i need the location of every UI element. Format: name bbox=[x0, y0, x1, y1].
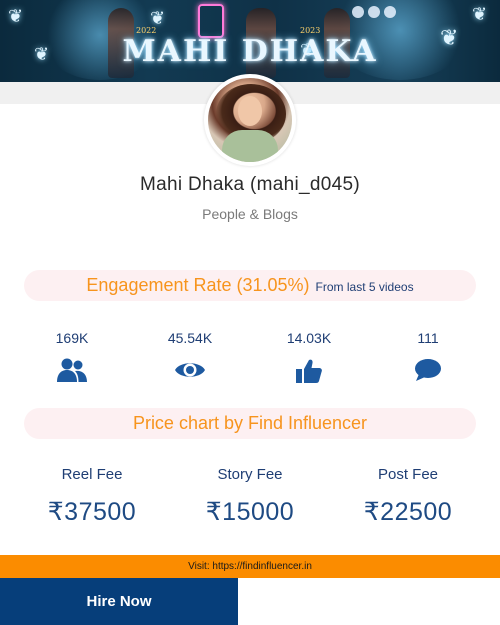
likes-count: 14.03K bbox=[286, 330, 332, 346]
hire-now-button[interactable]: Hire Now bbox=[0, 578, 238, 625]
eye-icon bbox=[173, 358, 207, 384]
price-chart-banner: Price chart by Find Influencer bbox=[24, 408, 476, 439]
story-fee: Story Fee ₹15000 bbox=[180, 466, 320, 527]
reel-fee-amount: ₹37500 bbox=[47, 498, 137, 526]
post-fee-amount: ₹22500 bbox=[363, 498, 453, 526]
price-chart-title: Price chart by Find Influencer bbox=[132, 413, 368, 433]
profile-banner: ❦ ❦ ❦ ❦ ❦ ❦ 2022 2023 MAHI DHAKA bbox=[0, 0, 500, 82]
stat-comments: 111 bbox=[378, 330, 478, 384]
butterfly-icon: ❦ bbox=[8, 6, 24, 27]
butterfly-icon: ❦ bbox=[472, 4, 488, 25]
visit-link[interactable]: Visit: https://findinfluencer.in bbox=[0, 555, 500, 578]
story-fee-amount: ₹15000 bbox=[205, 498, 295, 526]
reel-fee: Reel Fee ₹37500 bbox=[22, 466, 162, 527]
profile-name: Mahi Dhaka (mahi_d045) bbox=[140, 174, 360, 195]
followers-count: 169K bbox=[55, 330, 89, 346]
avatar-photo bbox=[208, 78, 292, 162]
post-fee: Post Fee ₹22500 bbox=[338, 466, 478, 527]
thumbs-up-icon bbox=[292, 358, 326, 384]
profile-category: People & Blogs bbox=[202, 206, 298, 222]
story-fee-label: Story Fee bbox=[217, 466, 283, 483]
engagement-rate-subtitle: From last 5 videos bbox=[315, 279, 414, 294]
avatar[interactable] bbox=[204, 74, 296, 166]
followers-icon bbox=[55, 358, 89, 384]
post-fee-label: Post Fee bbox=[377, 466, 439, 483]
comment-icon bbox=[411, 358, 445, 384]
engagement-rate-title: Engagement Rate (31.05%) bbox=[86, 275, 310, 295]
stat-views: 45.54K bbox=[140, 330, 240, 384]
stat-likes: 14.03K bbox=[259, 330, 359, 384]
comments-count: 111 bbox=[417, 330, 439, 346]
engagement-rate-banner: Engagement Rate (31.05%) From last 5 vid… bbox=[24, 270, 476, 301]
stat-followers: 169K bbox=[22, 330, 122, 384]
reel-fee-label: Reel Fee bbox=[61, 466, 123, 483]
banner-badges bbox=[352, 6, 396, 18]
fees-row: Reel Fee ₹37500 Story Fee ₹15000 Post Fe… bbox=[0, 466, 500, 536]
views-count: 45.54K bbox=[167, 330, 213, 346]
stats-row: 169K 45.54K 14.03K 111 bbox=[0, 330, 500, 390]
banner-title: MAHI DHAKA bbox=[122, 34, 378, 69]
banner-frame bbox=[198, 4, 224, 38]
